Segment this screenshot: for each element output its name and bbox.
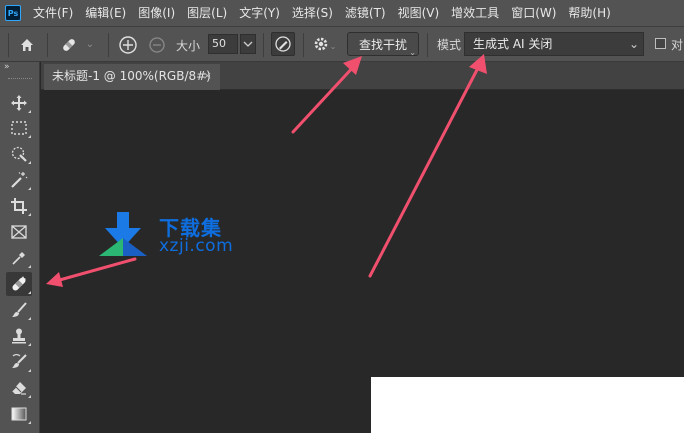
options-divider [303, 33, 304, 57]
menu-window[interactable]: 窗口(W) [511, 0, 556, 26]
document-tab[interactable]: 未标题-1 @ 100%(RGB/8#) × [44, 64, 220, 90]
document-tab-bar: 未标题-1 @ 100%(RGB/8#) × [41, 62, 684, 90]
gradient-icon[interactable] [6, 402, 32, 426]
tool-group-indicator [28, 369, 31, 372]
menu-help[interactable]: 帮助(H) [568, 0, 610, 26]
eraser-icon[interactable] [6, 376, 32, 400]
size-input[interactable]: 50 [208, 34, 238, 54]
tool-group-indicator [28, 395, 31, 398]
menu-layer[interactable]: 图层(L) [187, 0, 227, 26]
tools-panel: » [0, 62, 40, 433]
find-distractions-label: 查找干扰 [358, 37, 407, 52]
size-dropdown[interactable] [240, 34, 256, 54]
tool-group-indicator [28, 421, 31, 424]
mode-value: 生成式 AI 关闭 [473, 37, 553, 51]
pen-pressure-icon [275, 36, 291, 52]
menu-file[interactable]: 文件(F) [33, 0, 73, 26]
options-divider [47, 33, 48, 57]
crop-icon[interactable] [6, 194, 32, 218]
panel-grip[interactable] [8, 78, 32, 80]
frame-icon[interactable] [6, 220, 32, 244]
options-bar: ⌄ 大小 50 ⌄ 查找干扰 ⌄ 模式 生成式 AI 关闭 ⌄ 对 [0, 26, 684, 62]
subtract-from-sample-icon[interactable] [146, 34, 168, 56]
checkbox-label: 对 [671, 38, 684, 52]
tool-group-indicator [28, 187, 31, 190]
tool-preset-healing-icon[interactable] [56, 34, 82, 56]
tool-group-indicator [28, 343, 31, 346]
tool-group-indicator [28, 317, 31, 320]
clone-stamp-icon[interactable] [6, 324, 32, 348]
options-divider [263, 33, 264, 57]
tool-group-indicator [28, 291, 31, 294]
tool-group-indicator [28, 161, 31, 164]
menu-items: 文件(F) 编辑(E) 图像(I) 图层(L) 文字(Y) 选择(S) 滤镜(T… [33, 0, 623, 26]
chevron-down-icon[interactable]: ⌄ [84, 36, 96, 52]
pressure-size-button[interactable] [271, 32, 295, 56]
magic-wand-icon[interactable] [6, 168, 32, 192]
chevron-down-icon: ⌄ [628, 37, 639, 51]
menu-bar: Ps 文件(F) 编辑(E) 图像(I) 图层(L) 文字(Y) 选择(S) 滤… [0, 0, 684, 26]
options-divider [427, 33, 428, 57]
menu-plugins[interactable]: 增效工具 [451, 0, 499, 26]
healing-brush-icon[interactable] [6, 272, 32, 296]
tool-group-indicator [28, 135, 31, 138]
watermark-logo-icon [99, 212, 147, 256]
chevron-down-icon[interactable]: ⌄ [329, 41, 337, 51]
add-to-sample-icon[interactable] [117, 34, 139, 56]
mode-label: 模式 [437, 38, 462, 52]
chevron-down-icon: ⌄ [409, 48, 416, 57]
options-divider [108, 33, 109, 57]
size-label: 大小 [176, 39, 201, 53]
document-tab-title: 未标题-1 @ 100%(RGB/8#) [52, 69, 211, 83]
watermark-domain: xzji.com [159, 236, 234, 256]
gear-icon[interactable] [311, 34, 331, 54]
eyedropper-icon[interactable] [6, 246, 32, 270]
tool-group-indicator [28, 213, 31, 216]
move-icon[interactable] [6, 91, 32, 115]
menu-view[interactable]: 视图(V) [398, 0, 440, 26]
tool-group-indicator [28, 265, 31, 268]
collapse-panel-icon[interactable]: » [4, 62, 9, 72]
quick-select-icon[interactable] [6, 142, 32, 166]
photoshop-logo: Ps [5, 5, 21, 21]
menu-select[interactable]: 选择(S) [292, 0, 333, 26]
close-icon[interactable]: × [203, 64, 212, 88]
menu-filter[interactable]: 滤镜(T) [345, 0, 386, 26]
sample-all-layers-checkbox[interactable] [655, 38, 666, 49]
mode-select[interactable]: 生成式 AI 关闭 ⌄ [464, 32, 644, 56]
options-divider [8, 33, 9, 57]
menu-type[interactable]: 文字(Y) [239, 0, 280, 26]
home-icon[interactable] [17, 35, 37, 55]
history-brush-icon[interactable] [6, 350, 32, 374]
tool-group-indicator [28, 110, 31, 113]
marquee-icon[interactable] [6, 116, 32, 140]
watermark: 下载集 xzji.com [99, 212, 249, 262]
brush-icon[interactable] [6, 298, 32, 322]
menu-image[interactable]: 图像(I) [138, 0, 175, 26]
chevron-down-icon [243, 41, 253, 47]
find-distractions-button[interactable]: 查找干扰 ⌄ [347, 32, 419, 57]
menu-edit[interactable]: 编辑(E) [85, 0, 126, 26]
document-canvas[interactable] [371, 377, 684, 433]
